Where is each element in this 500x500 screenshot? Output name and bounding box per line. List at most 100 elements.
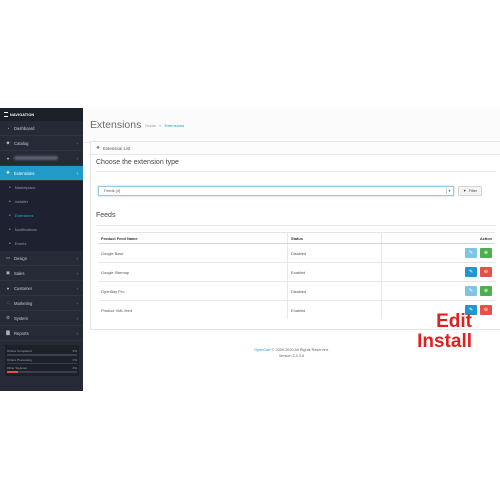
breadcrumb-separator: » xyxy=(159,122,162,128)
sidebar-item-reports[interactable]: ▇ Reports › xyxy=(0,326,83,341)
puzzle-icon: ● xyxy=(6,155,10,161)
sidebar-item-label: Dashboard xyxy=(14,125,35,131)
progress-fill xyxy=(7,371,18,373)
sidebar-item-label: Sales xyxy=(14,270,25,276)
divider xyxy=(96,225,496,226)
edit-button[interactable]: ✎ xyxy=(465,248,477,258)
stat-orders-processing: Orders Processing 0% xyxy=(7,358,77,365)
sidebar-item-sales[interactable]: ▣ Sales › xyxy=(0,266,83,281)
install-button[interactable]: ⊕ xyxy=(480,248,492,258)
stat-orders-completed: Orders Completed 0% xyxy=(7,349,77,356)
sidebar-item-customer[interactable]: ● Customer › xyxy=(0,281,83,296)
navigation-header: NAVIGATION xyxy=(0,108,83,121)
table-row: Google Sitemap Enabled ✎ ⊖ xyxy=(98,262,495,282)
submenu-item-label: Marketplace xyxy=(14,186,36,190)
choose-type-label: Choose the extension type xyxy=(96,159,179,166)
feed-status: Enabled xyxy=(287,262,382,282)
puzzle-icon: ❖ xyxy=(96,145,101,150)
sidebar-item-marketing[interactable]: ∴ Marketing › xyxy=(0,296,83,311)
extensions-submenu: • Marketplace • Installer • Extensions •… xyxy=(0,181,83,251)
filter-button[interactable]: ▼ Filter xyxy=(458,186,482,196)
navigation-title: NAVIGATION xyxy=(10,112,35,117)
bullet-icon: • xyxy=(9,198,11,205)
bullet-icon: • xyxy=(9,212,11,219)
filter-icon: ▼ xyxy=(462,189,467,193)
sidebar-item-label: Catalog xyxy=(14,140,29,146)
breadcrumb-home[interactable]: Home xyxy=(145,123,156,128)
submenu-item-marketplace[interactable]: • Marketplace xyxy=(0,181,83,195)
edit-button[interactable]: ✎ xyxy=(465,286,477,296)
feed-name: Product XML feed xyxy=(98,300,288,319)
submenu-item-modifications[interactable]: • Modifications xyxy=(0,223,83,237)
annotation-install: Install xyxy=(417,331,472,352)
feed-status: Enabled xyxy=(287,300,382,319)
pencil-icon: ✎ xyxy=(468,269,474,275)
bullet-icon: • xyxy=(9,240,11,247)
progress-bar xyxy=(7,354,77,356)
bullet-icon: • xyxy=(9,184,11,191)
submenu-item-extensions[interactable]: • Extensions xyxy=(0,209,83,223)
feed-status: Disabled xyxy=(287,243,382,263)
feeds-table: Product Feed Name Status Action Google B… xyxy=(98,232,495,319)
sidebar-item-blurred[interactable]: ● › xyxy=(0,151,83,166)
chevron-right-icon: › xyxy=(76,330,79,336)
chevron-right-icon: › xyxy=(76,255,79,261)
chevron-right-icon: › xyxy=(76,270,79,276)
stat-other-statuses: Other Statuses 0% xyxy=(7,366,77,373)
sidebar-item-system[interactable]: ⚙ System › xyxy=(0,311,83,326)
page-header: Extensions Home » Extensions xyxy=(83,108,500,143)
sidebar-item-dashboard[interactable]: ◔ Dashboard xyxy=(0,121,83,136)
minus-circle-icon: ⊖ xyxy=(483,307,489,313)
breadcrumb-current[interactable]: Extensions xyxy=(165,123,185,128)
stat-value: 0% xyxy=(72,349,77,353)
page-title: Extensions xyxy=(90,119,142,131)
dashboard-icon: ◔ xyxy=(6,125,10,131)
monitor-icon: ▭ xyxy=(5,255,11,260)
chevron-down-icon: ‹ xyxy=(76,170,79,176)
menu-icon[interactable] xyxy=(4,112,8,117)
table-row: OpenBay Pro Disabled ✎ ⊕ xyxy=(98,281,495,301)
bar-chart-icon: ▇ xyxy=(6,330,10,335)
pencil-icon: ✎ xyxy=(468,250,474,256)
annotation-edit: Edit xyxy=(436,311,472,332)
uninstall-button[interactable]: ⊖ xyxy=(480,305,492,315)
submenu-item-label: Installer xyxy=(14,200,29,204)
share-icon: ∴ xyxy=(6,300,10,305)
minus-circle-icon: ⊖ xyxy=(483,269,489,275)
filter-label: Filter xyxy=(468,189,478,193)
feed-actions: ✎ ⊕ xyxy=(381,243,495,263)
progress-bar xyxy=(7,362,77,365)
sidebar-item-design[interactable]: ▭ Design › xyxy=(0,251,83,266)
submenu-item-label: Modifications xyxy=(14,228,37,232)
tag-icon: ◆ xyxy=(6,140,10,145)
submenu-item-events[interactable]: • Events xyxy=(0,237,83,251)
sidebar-item-label: System xyxy=(14,315,28,321)
submenu-item-label: Events xyxy=(14,242,27,246)
opencart-link[interactable]: OpenCart xyxy=(254,348,270,352)
table-row: Google Base Disabled ✎ ⊕ xyxy=(98,243,495,263)
feeds-label: Feeds xyxy=(96,212,116,219)
sidebar-item-catalog[interactable]: ◆ Catalog › xyxy=(0,136,83,151)
order-stats: Orders Completed 0% Orders Processing 0% O… xyxy=(5,345,79,376)
puzzle-icon: ❖ xyxy=(5,170,11,175)
install-button[interactable]: ⊕ xyxy=(480,286,492,296)
bullet-icon: • xyxy=(9,226,11,233)
extension-type-select[interactable]: Feeds (4) ▾ xyxy=(98,186,454,196)
edit-button[interactable]: ✎ xyxy=(465,267,477,277)
blurred-label xyxy=(14,156,58,160)
divider xyxy=(96,171,496,172)
uninstall-button[interactable]: ⊖ xyxy=(480,267,492,277)
sidebar-item-extensions[interactable]: ❖ Extensions ‹ xyxy=(0,166,83,181)
column-header-action: Action xyxy=(381,232,495,244)
feed-name: OpenBay Pro xyxy=(98,281,288,301)
column-header-name: Product Feed Name xyxy=(98,232,288,244)
feed-name: Google Base xyxy=(98,243,288,263)
select-value: Feeds (4) xyxy=(104,189,121,193)
chevron-right-icon: › xyxy=(76,140,79,146)
feed-name: Google Sitemap xyxy=(98,262,288,282)
feed-status: Disabled xyxy=(287,281,382,301)
panel-heading: ❖ Extension List xyxy=(91,142,500,155)
submenu-item-installer[interactable]: • Installer xyxy=(0,195,83,209)
feed-actions: ✎ ⊖ xyxy=(381,262,495,282)
chevron-right-icon: › xyxy=(76,285,79,291)
